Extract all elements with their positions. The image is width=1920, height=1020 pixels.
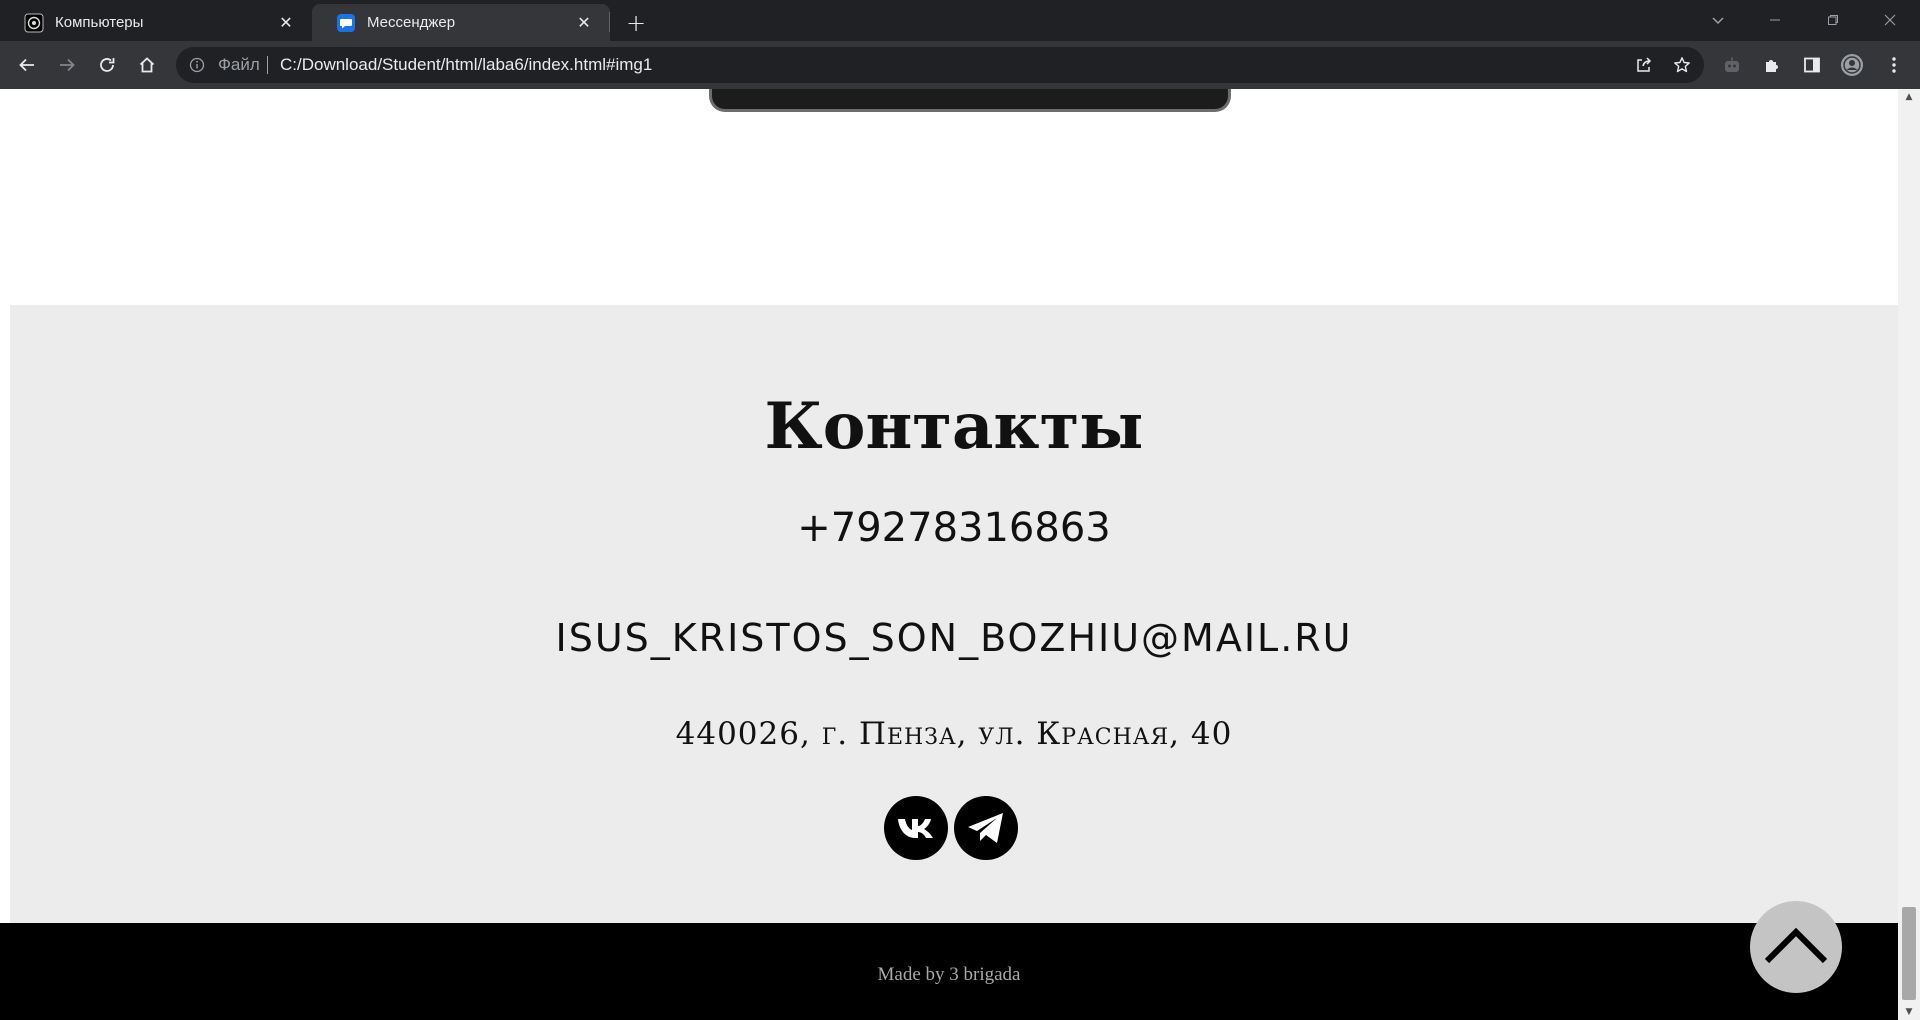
social-links (10, 796, 1898, 860)
address-bar[interactable]: Файл C:/Download/Student/html/laba6/inde… (176, 47, 1704, 83)
tab-title: Компьютеры (55, 14, 144, 31)
scroll-up-arrow-icon[interactable]: ▲ (1898, 89, 1920, 105)
footer-credit: Made by 3 brigada (877, 964, 1021, 985)
bookmark-star-icon[interactable] (1670, 53, 1694, 77)
page-scrollbar[interactable]: ▲ ▼ (1898, 89, 1920, 1020)
contacts-section: Контакты +79278316863 isus_kristos_son_b… (10, 305, 1898, 923)
contacts-title: Контакты (764, 389, 1144, 464)
tab-computers[interactable]: Компьютеры ✕ (0, 4, 312, 41)
page-viewport: Контакты +79278316863 isus_kristos_son_b… (0, 89, 1898, 1020)
profile-avatar-icon[interactable] (1836, 49, 1868, 81)
contacts-phone[interactable]: +79278316863 (10, 505, 1898, 551)
telegram-icon[interactable] (954, 796, 1018, 860)
minimize-button[interactable] (1752, 5, 1798, 35)
tab-search-icon[interactable] (1695, 5, 1741, 35)
forward-icon[interactable] (51, 49, 83, 81)
address-divider (267, 56, 268, 74)
contacts-address: 440026, г. Пенза, ул. Красная, 40 (675, 716, 1233, 752)
side-panel-icon[interactable] (1796, 49, 1828, 81)
home-icon[interactable] (131, 49, 163, 81)
tab-title: Мессенджер (367, 14, 456, 31)
address-url[interactable]: C:/Download/Student/html/laba6/index.htm… (280, 55, 652, 75)
browser-toolbar: Файл C:/Download/Student/html/laba6/inde… (0, 41, 1920, 89)
back-icon[interactable] (11, 49, 43, 81)
close-icon[interactable]: ✕ (572, 11, 596, 35)
restore-button[interactable] (1810, 5, 1856, 35)
site-logo-icon (24, 13, 44, 33)
scroll-down-arrow-icon[interactable]: ▼ (1898, 1004, 1920, 1020)
browser-tab-strip: Компьютеры ✕ Мессенджер ✕ + (0, 0, 1920, 41)
scroll-to-top-button[interactable] (1750, 901, 1842, 993)
robot-extension-icon[interactable] (1716, 49, 1748, 81)
menu-dots-icon[interactable] (1878, 49, 1910, 81)
vk-icon[interactable] (884, 796, 948, 860)
new-tab-button[interactable]: + (622, 9, 650, 37)
site-footer: Made by 3 brigada (0, 923, 1898, 1020)
site-info-icon[interactable] (188, 56, 206, 74)
tab-messenger[interactable]: Мессенджер ✕ (312, 4, 610, 41)
reload-icon[interactable] (91, 49, 123, 81)
chat-bubble-icon (336, 13, 356, 33)
share-icon[interactable] (1632, 53, 1656, 77)
chevron-up-icon (1761, 925, 1831, 969)
puzzle-extensions-icon[interactable] (1756, 49, 1788, 81)
tab-divider (609, 12, 610, 32)
close-window-button[interactable] (1867, 5, 1913, 35)
contacts-email[interactable]: isus_kristos_son_bozhiu@mail.ru (10, 616, 1898, 660)
close-icon[interactable]: ✕ (274, 11, 298, 35)
phone-image-bottom (709, 89, 1231, 112)
scroll-thumb[interactable] (1902, 907, 1916, 1000)
address-scheme-label: Файл (218, 55, 260, 74)
